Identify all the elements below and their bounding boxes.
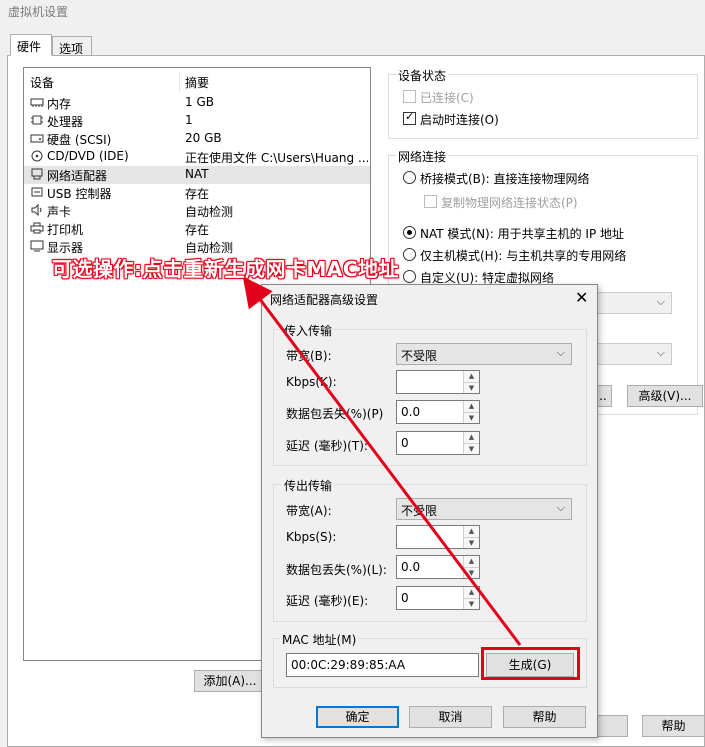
tab-hardware[interactable]: 硬件 xyxy=(10,34,52,56)
annotation-arrow xyxy=(242,276,522,646)
tab-hardware-label: 硬件 xyxy=(17,40,42,54)
annotation-text: 可选操作:点击重新生成网卡MAC地址 xyxy=(52,257,400,281)
